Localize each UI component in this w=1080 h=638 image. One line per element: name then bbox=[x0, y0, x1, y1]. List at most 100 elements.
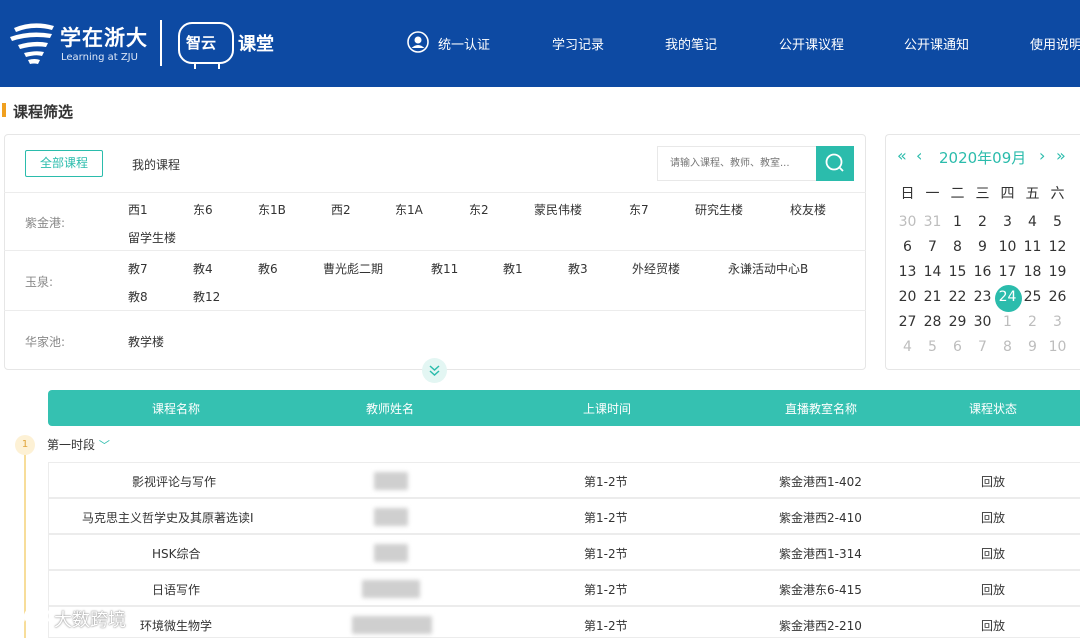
filter-divider bbox=[4, 310, 866, 311]
zju-logo[interactable]: 学在浙大 Learning at ZJU bbox=[8, 18, 148, 68]
calendar-day[interactable]: 9 bbox=[1020, 339, 1045, 355]
calendar-day[interactable]: 8 bbox=[995, 339, 1020, 355]
calendar-day[interactable]: 8 bbox=[945, 239, 970, 255]
calendar-day[interactable]: 5 bbox=[1045, 214, 1070, 230]
building-option[interactable]: 教学楼 bbox=[128, 333, 164, 350]
building-option[interactable]: 东7 bbox=[629, 201, 649, 218]
building-option[interactable]: 东2 bbox=[469, 201, 489, 218]
search-input[interactable] bbox=[657, 146, 817, 181]
calendar-day[interactable]: 26 bbox=[1045, 289, 1070, 305]
user-icon[interactable] bbox=[407, 31, 429, 53]
calendar-day[interactable]: 24 bbox=[995, 289, 1020, 305]
nav-user-guide[interactable]: 使用说明 bbox=[1030, 34, 1080, 53]
course-name[interactable]: HSK综合 bbox=[152, 545, 201, 562]
status-replay-link[interactable]: 回放 bbox=[981, 581, 1005, 598]
nav-study-record[interactable]: 学习记录 bbox=[552, 34, 604, 53]
table-row[interactable] bbox=[48, 534, 1080, 570]
calendar-day[interactable]: 29 bbox=[945, 314, 970, 330]
building-option[interactable]: 校友楼 bbox=[790, 201, 826, 218]
building-option[interactable]: 教12 bbox=[193, 288, 220, 305]
status-replay-link[interactable]: 回放 bbox=[981, 545, 1005, 562]
building-option[interactable]: 教6 bbox=[258, 260, 278, 277]
calendar-day[interactable]: 7 bbox=[920, 239, 945, 255]
building-option[interactable]: 教3 bbox=[568, 260, 588, 277]
calendar-day[interactable]: 16 bbox=[970, 264, 995, 280]
all-courses-tab[interactable]: 全部课程 bbox=[25, 150, 103, 177]
status-replay-link[interactable]: 回放 bbox=[981, 509, 1005, 526]
calendar-day[interactable]: 11 bbox=[1020, 239, 1045, 255]
course-name[interactable]: 影视评论与写作 bbox=[132, 473, 216, 490]
building-option[interactable]: 西2 bbox=[331, 201, 351, 218]
building-option[interactable]: 东6 bbox=[193, 201, 213, 218]
calendar-day[interactable]: 9 bbox=[970, 239, 995, 255]
calendar-day[interactable]: 21 bbox=[920, 289, 945, 305]
nav-my-notes[interactable]: 我的笔记 bbox=[665, 34, 717, 53]
building-option[interactable]: 外经贸楼 bbox=[632, 260, 680, 277]
next-month-icon[interactable]: › bbox=[1039, 146, 1045, 165]
prev-month-icon[interactable]: ‹ bbox=[916, 146, 922, 165]
nav-public-agenda[interactable]: 公开课议程 bbox=[779, 34, 844, 53]
calendar-day[interactable]: 1 bbox=[945, 214, 970, 230]
table-row[interactable] bbox=[48, 570, 1080, 606]
calendar-day[interactable]: 19 bbox=[1045, 264, 1070, 280]
building-option[interactable]: 蒙民伟楼 bbox=[534, 201, 582, 218]
building-option[interactable]: 永谦活动中心B bbox=[728, 260, 808, 277]
search-button[interactable] bbox=[816, 146, 854, 181]
building-option[interactable]: 东1A bbox=[395, 201, 423, 218]
period-label[interactable]: 第一时段 ﹀ bbox=[47, 436, 110, 453]
status-replay-link[interactable]: 回放 bbox=[981, 617, 1005, 634]
calendar-day[interactable]: 10 bbox=[1045, 339, 1070, 355]
calendar-day[interactable]: 12 bbox=[1045, 239, 1070, 255]
building-option[interactable]: 教11 bbox=[431, 260, 458, 277]
course-name[interactable]: 环境微生物学 bbox=[140, 617, 212, 634]
building-option[interactable]: 西1 bbox=[128, 201, 148, 218]
calendar-day[interactable]: 5 bbox=[920, 339, 945, 355]
calendar-day[interactable]: 7 bbox=[970, 339, 995, 355]
building-option[interactable]: 教4 bbox=[193, 260, 213, 277]
calendar-day[interactable]: 4 bbox=[895, 339, 920, 355]
building-option[interactable]: 留学生楼 bbox=[128, 229, 176, 246]
calendar-day[interactable]: 3 bbox=[995, 214, 1020, 230]
calendar-day[interactable]: 23 bbox=[970, 289, 995, 305]
building-option[interactable]: 教7 bbox=[128, 260, 148, 277]
calendar-day[interactable]: 14 bbox=[920, 264, 945, 280]
building-option[interactable]: 教8 bbox=[128, 288, 148, 305]
calendar-day[interactable]: 4 bbox=[1020, 214, 1045, 230]
calendar-day[interactable]: 2 bbox=[1020, 314, 1045, 330]
building-option[interactable]: 东1B bbox=[258, 201, 286, 218]
calendar-day[interactable]: 13 bbox=[895, 264, 920, 280]
my-courses-tab[interactable]: 我的课程 bbox=[132, 156, 180, 173]
calendar-day[interactable]: 30 bbox=[895, 214, 920, 230]
calendar-day[interactable]: 2 bbox=[970, 214, 995, 230]
calendar-day[interactable]: 1 bbox=[995, 314, 1020, 330]
calendar-day[interactable]: 25 bbox=[1020, 289, 1045, 305]
calendar-day[interactable]: 20 bbox=[895, 289, 920, 305]
course-name[interactable]: 马克思主义哲学史及其原著选读Ⅰ bbox=[82, 509, 254, 526]
teacher-name-blurred bbox=[374, 544, 408, 562]
calendar-day[interactable]: 6 bbox=[945, 339, 970, 355]
status-replay-link[interactable]: 回放 bbox=[981, 473, 1005, 490]
class-time: 第1-2节 bbox=[584, 619, 628, 633]
prev-year-icon[interactable]: « bbox=[897, 146, 907, 165]
calendar-day[interactable]: 18 bbox=[1020, 264, 1045, 280]
building-option[interactable]: 研究生楼 bbox=[695, 201, 743, 218]
calendar-day[interactable]: 30 bbox=[970, 314, 995, 330]
calendar-day[interactable]: 31 bbox=[920, 214, 945, 230]
building-option[interactable]: 教1 bbox=[503, 260, 523, 277]
calendar-day[interactable]: 6 bbox=[895, 239, 920, 255]
course-name[interactable]: 日语写作 bbox=[152, 581, 200, 598]
calendar-day[interactable]: 10 bbox=[995, 239, 1020, 255]
top-header: 学在浙大 Learning at ZJU 智云 课堂 统一认证 学习记录 我的笔… bbox=[0, 0, 1080, 87]
calendar-day[interactable]: 17 bbox=[995, 264, 1020, 280]
next-year-icon[interactable]: » bbox=[1056, 146, 1066, 165]
zhiyun-badge[interactable]: 智云 bbox=[178, 22, 234, 64]
calendar-day[interactable]: 15 bbox=[945, 264, 970, 280]
nav-unified-auth[interactable]: 统一认证 bbox=[438, 34, 490, 53]
building-option[interactable]: 曹光彪二期 bbox=[323, 260, 383, 277]
calendar-day[interactable]: 3 bbox=[1045, 314, 1070, 330]
calendar-day[interactable]: 28 bbox=[920, 314, 945, 330]
nav-public-notice[interactable]: 公开课通知 bbox=[904, 34, 969, 53]
expand-filter-button[interactable] bbox=[422, 358, 447, 383]
calendar-day[interactable]: 27 bbox=[895, 314, 920, 330]
calendar-day[interactable]: 22 bbox=[945, 289, 970, 305]
